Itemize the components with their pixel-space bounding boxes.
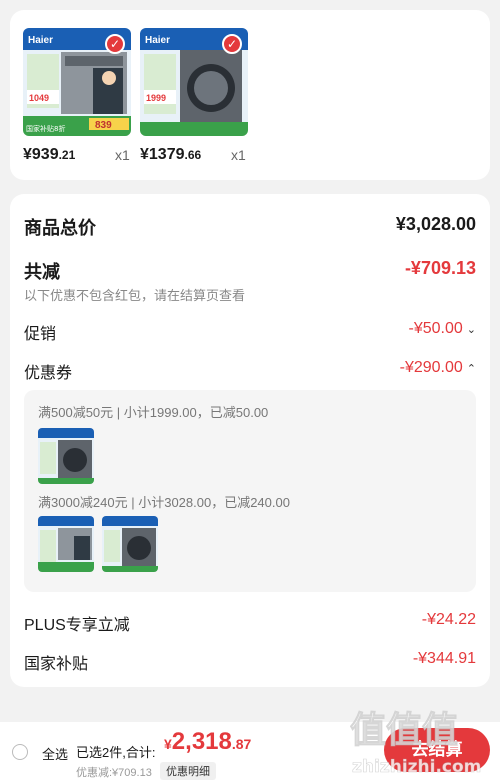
- select-all-radio[interactable]: [12, 744, 28, 760]
- checkout-total: ¥2,318.87: [164, 728, 252, 755]
- price-detail-card: 商品总价 ¥3,028.00 共减 -¥709.13 以下优惠不包含红包，请在结…: [10, 194, 490, 687]
- total-reduce-row: 共减 -¥709.13: [24, 258, 476, 284]
- coupon-row[interactable]: 优惠券 -¥290.00 ⌃: [24, 359, 476, 383]
- reduce-note: 以下优惠不包含红包，请在结算页查看: [24, 288, 246, 303]
- promo-tag: 国家补贴8折: [26, 124, 65, 133]
- selected-check-icon[interactable]: ✓: [222, 34, 242, 54]
- subsidy-row: 国家补贴 -¥344.91: [24, 650, 476, 674]
- product-price-1: ¥939.21: [23, 146, 76, 163]
- selected-count-label: 已选2件,合计:: [76, 745, 156, 760]
- selected-products-card: Haier 1049 839 国家补贴8折 ✓ ¥939.21 x1 Haier: [10, 10, 490, 180]
- discount-summary: 优惠减:¥709.13: [76, 767, 152, 779]
- coupon-title-2: 满3000减240元 | 小计3028.00，已减240.00: [38, 495, 290, 510]
- product-thumbnail-washer-2[interactable]: Haier 1999 ✓: [140, 28, 248, 136]
- plus-discount-value: -¥24.22: [421, 611, 476, 628]
- product-qty-1: x1: [115, 147, 130, 163]
- total-price-row: 商品总价 ¥3,028.00: [24, 214, 476, 240]
- chevron-down-icon: ⌄: [466, 324, 476, 336]
- promotion-row[interactable]: 促销 -¥50.00 ⌄: [24, 320, 476, 344]
- svg-text:Haier: Haier: [145, 35, 170, 46]
- coupon-value: -¥290.00 ⌃: [399, 359, 476, 376]
- coupon-label: 优惠券: [24, 365, 73, 382]
- product-qty-2: x1: [231, 147, 246, 163]
- washer-image: [102, 516, 158, 572]
- coupon-product-thumbnail: [38, 428, 94, 484]
- discount-detail-button[interactable]: 优惠明细: [160, 762, 216, 780]
- coupon-product-thumbnail: [38, 516, 94, 572]
- promotion-value: -¥50.00 ⌄: [408, 320, 476, 337]
- product-thumbnail-washer-1[interactable]: Haier 1049 839 国家补贴8折 ✓: [23, 28, 131, 136]
- total-price-value: ¥3,028.00: [395, 214, 476, 234]
- badge-price-1: 1049: [29, 93, 49, 103]
- product-price-2: ¥1379.66: [140, 146, 202, 163]
- chevron-up-icon: ⌃: [466, 363, 476, 375]
- promo-price: 839: [95, 120, 112, 131]
- subsidy-value: -¥344.91: [412, 650, 476, 667]
- total-reduce-label: 共减: [24, 262, 60, 282]
- washer-image: [38, 428, 94, 484]
- coupon-product-thumbnail: [102, 516, 158, 572]
- total-reduce-value: -¥709.13: [404, 258, 476, 278]
- total-price-label: 商品总价: [24, 218, 96, 238]
- promotion-label: 促销: [24, 326, 57, 343]
- select-all-label[interactable]: 全选: [42, 744, 68, 763]
- badge-price-2: 1999: [146, 93, 166, 103]
- svg-text:Haier: Haier: [28, 35, 53, 46]
- selected-check-icon[interactable]: ✓: [105, 34, 125, 54]
- plus-discount-label: PLUS专享立减: [24, 617, 130, 634]
- subsidy-label: 国家补贴: [24, 656, 89, 673]
- coupon-title-1: 满500减50元 | 小计1999.00，已减50.00: [38, 405, 269, 420]
- coupon-detail-box: 满500减50元 | 小计1999.00，已减50.00 满3000减240元 …: [24, 390, 476, 592]
- checkout-button[interactable]: 去结算: [384, 728, 490, 772]
- plus-discount-row: PLUS专享立减 -¥24.22: [24, 611, 476, 635]
- washer-image: [38, 516, 94, 572]
